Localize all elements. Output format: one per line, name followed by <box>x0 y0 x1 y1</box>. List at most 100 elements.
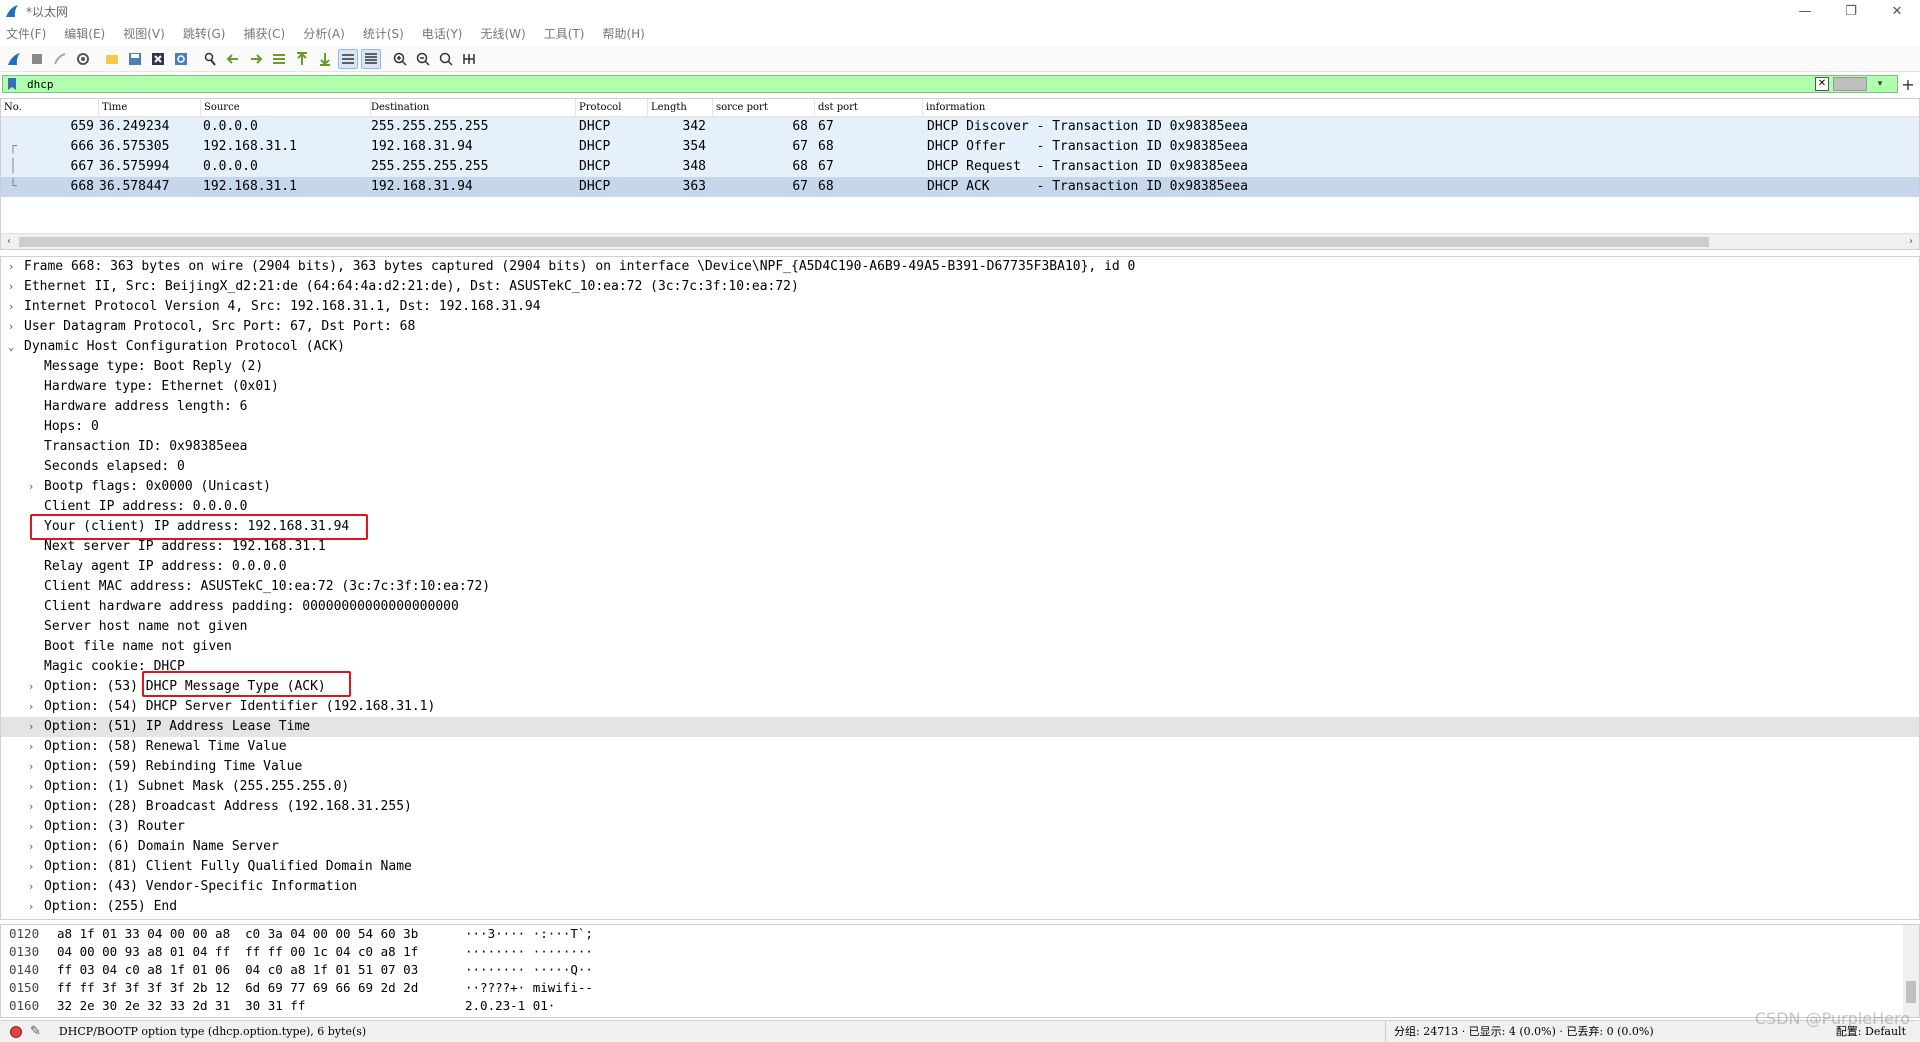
minimize-button[interactable]: — <box>1782 0 1828 22</box>
first-packet-icon[interactable] <box>292 49 312 69</box>
expand-arrow-icon[interactable]: › <box>25 757 37 777</box>
restore-button[interactable]: ❐ <box>1828 0 1874 22</box>
tree-item[interactable]: › Option: (51) IP Address Lease Time <box>1 717 1919 737</box>
bytes-row[interactable]: 0150 ff ff 3f 3f 3f 3f 2b 12 6d 69 77 69 … <box>1 979 1919 997</box>
packet-row[interactable]: 667 36.575994 0.0.0.0 255.255.255.255 DHCP 34… <box>1 157 1919 177</box>
bytes-row[interactable]: 0130 04 00 00 93 a8 01 04 ff ff ff 00 1c … <box>1 943 1919 961</box>
last-packet-icon[interactable] <box>315 49 335 69</box>
normal-size-icon[interactable] <box>436 49 456 69</box>
expand-arrow-icon[interactable]: › <box>25 677 37 697</box>
stop-capture-icon[interactable] <box>27 49 47 69</box>
scrollbar-thumb[interactable] <box>19 237 1709 247</box>
expand-arrow-icon[interactable]: › <box>5 257 17 277</box>
tree-item[interactable]: › Bootp flags: 0x0000 (Unicast) <box>1 477 1919 497</box>
tree-item[interactable]: › Option: (43) Vendor-Specific Informatio… <box>1 877 1919 897</box>
expand-arrow-icon[interactable]: › <box>25 877 37 897</box>
menu-file[interactable]: 文件(F) <box>6 25 46 42</box>
expand-arrow-icon[interactable]: › <box>25 717 37 737</box>
tree-item[interactable]: Message type: Boot Reply (2) <box>1 357 1919 377</box>
bytes-row[interactable]: 0160 32 2e 30 2e 32 33 2d 31 30 31 ff 2.0.… <box>1 997 1919 1015</box>
expand-arrow-icon[interactable]: › <box>25 897 37 917</box>
column-header-source[interactable]: Source <box>201 99 371 117</box>
capture-options-icon[interactable] <box>73 49 93 69</box>
column-header-length[interactable]: Length <box>648 99 713 117</box>
expand-arrow-icon[interactable]: › <box>5 277 17 297</box>
tree-item[interactable]: › Option: (28) Broadcast Address (192.168… <box>1 797 1919 817</box>
scroll-left-icon[interactable]: ‹ <box>1 234 17 249</box>
menu-statistics[interactable]: 统计(S) <box>363 25 404 42</box>
packet-row[interactable]: 666 36.575305 192.168.31.1 192.168.31.94 DHC… <box>1 137 1919 157</box>
zoom-out-icon[interactable] <box>413 49 433 69</box>
menu-capture[interactable]: 捕获(C) <box>243 25 285 42</box>
tree-item[interactable]: › Option: (59) Rebinding Time Value <box>1 757 1919 777</box>
tree-item[interactable]: Client hardware address padding: 0000000… <box>1 597 1919 617</box>
tree-item[interactable]: › Option: (81) Client Fully Qualified Dom… <box>1 857 1919 877</box>
tree-item[interactable]: Hardware address length: 6 <box>1 397 1919 417</box>
clear-filter-icon[interactable]: ✕ <box>1815 77 1829 91</box>
column-header-information[interactable]: information <box>923 99 1919 117</box>
packet-list-hscrollbar[interactable]: ‹ › <box>1 233 1919 249</box>
column-header-protocol[interactable]: Protocol <box>576 99 648 117</box>
apply-filter-icon[interactable] <box>1833 77 1867 91</box>
tree-item[interactable]: Transaction ID: 0x98385eea <box>1 437 1919 457</box>
column-header-dst-port[interactable]: dst port <box>815 99 923 117</box>
tree-item[interactable]: › Internet Protocol Version 4, Src: 192.1… <box>1 297 1919 317</box>
go-to-packet-icon[interactable] <box>269 49 289 69</box>
bytes-vscrollbar[interactable] <box>1903 925 1919 1017</box>
tree-item[interactable]: Server host name not given <box>1 617 1919 637</box>
display-filter-input[interactable] <box>27 77 1727 91</box>
resize-columns-icon[interactable] <box>459 49 479 69</box>
expand-arrow-icon[interactable]: › <box>25 817 37 837</box>
tree-item[interactable]: Magic cookie: DHCP <box>1 657 1919 677</box>
tree-item[interactable]: Seconds elapsed: 0 <box>1 457 1919 477</box>
bookmark-icon[interactable] <box>5 77 19 91</box>
tree-item[interactable]: › Option: (255) End <box>1 897 1919 917</box>
tree-item[interactable]: › Option: (6) Domain Name Server <box>1 837 1919 857</box>
save-file-icon[interactable] <box>125 49 145 69</box>
menu-go[interactable]: 跳转(G) <box>183 25 226 42</box>
tree-item[interactable]: › Option: (58) Renewal Time Value <box>1 737 1919 757</box>
add-filter-button[interactable]: + <box>1898 75 1918 94</box>
tree-item[interactable]: ⌄ Dynamic Host Configuration Protocol (AC… <box>1 337 1919 357</box>
expand-arrow-icon[interactable]: › <box>25 737 37 757</box>
tree-item[interactable]: Client MAC address: ASUSTekC_10:ea:72 (3… <box>1 577 1919 597</box>
column-header-no[interactable]: No. <box>1 99 99 117</box>
column-header-destination[interactable]: Destination <box>368 99 576 117</box>
restart-capture-icon[interactable] <box>50 49 70 69</box>
expand-arrow-icon[interactable]: › <box>25 477 37 497</box>
expand-arrow-icon[interactable]: › <box>25 857 37 877</box>
find-packet-icon[interactable] <box>200 49 220 69</box>
tree-item[interactable]: › Option: (3) Router <box>1 817 1919 837</box>
close-button[interactable]: ✕ <box>1874 0 1920 22</box>
menu-wireless[interactable]: 无线(W) <box>481 25 526 42</box>
capture-comment-icon[interactable]: ✎ <box>30 1024 41 1039</box>
zoom-in-icon[interactable] <box>390 49 410 69</box>
tree-item[interactable]: › Option: (54) DHCP Server Identifier (19… <box>1 697 1919 717</box>
expand-arrow-icon[interactable]: › <box>25 777 37 797</box>
start-capture-icon[interactable] <box>4 49 24 69</box>
reload-file-icon[interactable] <box>171 49 191 69</box>
menu-help[interactable]: 帮助(H) <box>602 25 644 42</box>
go-back-icon[interactable] <box>223 49 243 69</box>
expand-arrow-icon[interactable]: › <box>25 697 37 717</box>
tree-item[interactable]: › User Datagram Protocol, Src Port: 67, D… <box>1 317 1919 337</box>
go-forward-icon[interactable] <box>246 49 266 69</box>
expand-arrow-icon[interactable]: › <box>5 297 17 317</box>
tree-item[interactable]: › Frame 668: 363 bytes on wire (2904 bits… <box>1 257 1919 277</box>
expert-info-icon[interactable] <box>10 1025 22 1038</box>
close-file-icon[interactable] <box>148 49 168 69</box>
column-header-time[interactable]: Time <box>99 99 201 117</box>
menu-edit[interactable]: 编辑(E) <box>64 25 105 42</box>
tree-item[interactable]: Next server IP address: 192.168.31.1 <box>1 537 1919 557</box>
bytes-row[interactable]: 0120 a8 1f 01 33 04 00 00 a8 c0 3a 04 00 … <box>1 925 1919 943</box>
tree-item[interactable]: › Ethernet II, Src: BeijingX_d2:21:de (64… <box>1 277 1919 297</box>
packet-row[interactable]: 659 36.249234 0.0.0.0 255.255.255.255 DHCP 34… <box>1 117 1919 137</box>
expand-arrow-icon[interactable]: › <box>25 797 37 817</box>
bytes-row[interactable]: 0140 ff 03 04 c0 a8 1f 01 06 04 c0 a8 1f … <box>1 961 1919 979</box>
tree-item[interactable]: Relay agent IP address: 0.0.0.0 <box>1 557 1919 577</box>
tree-item[interactable]: › Option: (53) DHCP Message Type (ACK) <box>1 677 1919 697</box>
menu-analyze[interactable]: 分析(A) <box>303 25 345 42</box>
tree-item[interactable]: Hops: 0 <box>1 417 1919 437</box>
open-file-icon[interactable] <box>102 49 122 69</box>
tree-item[interactable]: › Option: (1) Subnet Mask (255.255.255.0) <box>1 777 1919 797</box>
